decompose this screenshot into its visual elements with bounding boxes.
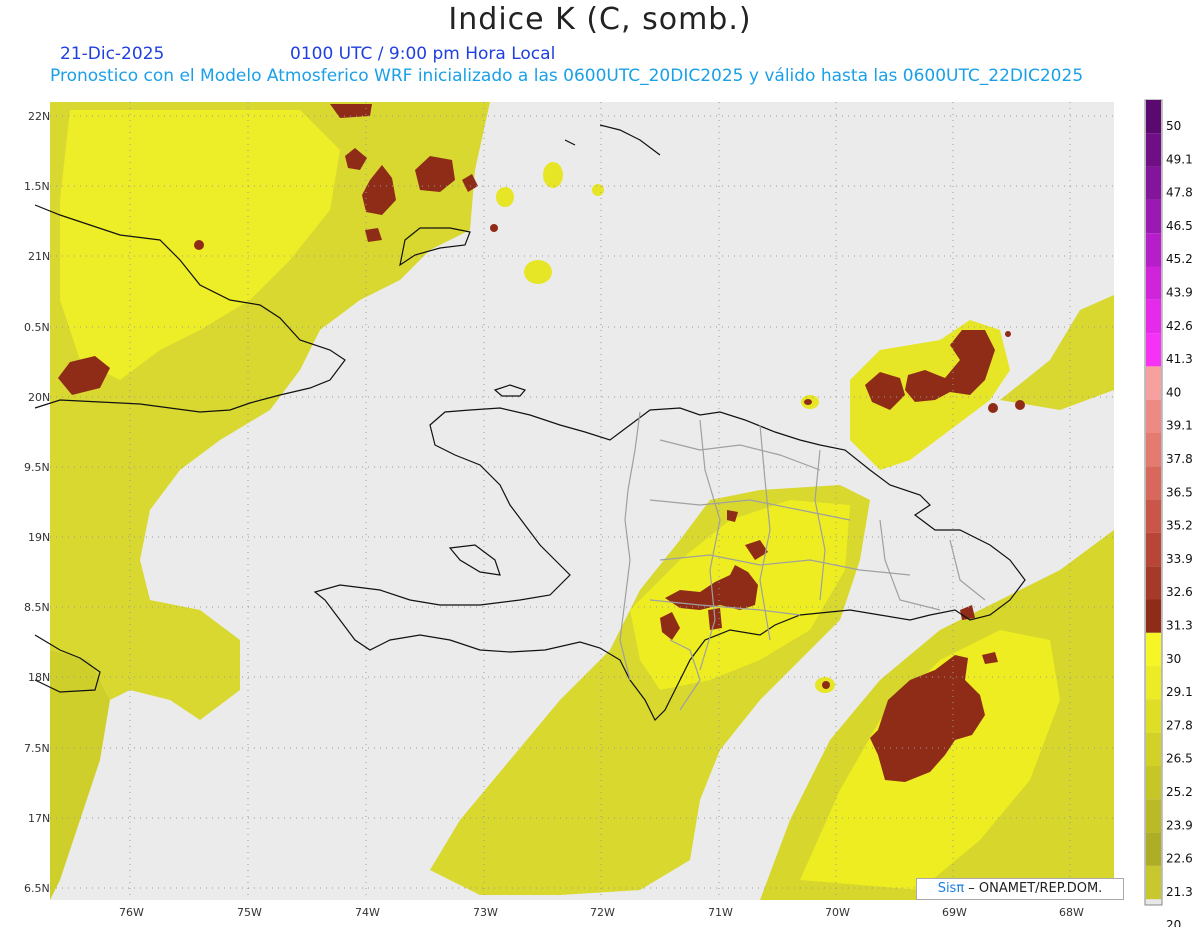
lon-label: 70W (825, 906, 850, 919)
colorbar-swatch (1146, 766, 1161, 800)
lon-label: 68W (1059, 906, 1084, 919)
lat-label: 22N (28, 110, 50, 123)
colorbar-label: 45.2 (1166, 252, 1193, 266)
colorbar-label: 30 (1166, 652, 1181, 666)
colorbar-swatch (1146, 366, 1161, 400)
colorbar-swatch (1146, 699, 1161, 733)
lon-label: 73W (473, 906, 498, 919)
field-blob (543, 162, 563, 188)
colorbar-swatch (1146, 299, 1161, 334)
colorbar-label: 39.1 (1166, 419, 1193, 433)
field-blob (496, 187, 514, 207)
colorbar-swatch (1146, 466, 1161, 500)
colorbar-swatch (1146, 333, 1161, 367)
lon-label: 76W (119, 906, 144, 919)
colorbar-swatch (1146, 566, 1161, 600)
colorbar-swatch (1146, 199, 1161, 234)
colorbar-label: 26.5 (1166, 752, 1193, 766)
colorbar-swatch (1146, 632, 1161, 667)
colorbar-label: 49.1 (1166, 152, 1193, 166)
colorbar-swatch (1146, 532, 1161, 567)
credit-text: – ONAMET/REP.DOM. (964, 881, 1103, 896)
lat-label: 17N (28, 812, 50, 825)
lon-label: 75W (237, 906, 262, 919)
lat-label: 20N (28, 391, 50, 404)
colorbar-label: 50 (1166, 119, 1181, 133)
colorbar-label: 43.9 (1166, 286, 1193, 300)
lat-label: 1.5N (24, 180, 50, 193)
longitude-axis: 76W 75W 74W 73W 72W 71W 70W 69W 68W (119, 906, 1084, 919)
high-area (1005, 331, 1011, 337)
high-area (822, 681, 830, 689)
colorbar-swatch (1146, 732, 1161, 766)
high-area (194, 240, 204, 250)
field-blob (524, 260, 552, 284)
colorbar-label: 31.3 (1166, 619, 1193, 633)
lon-label: 69W (942, 906, 967, 919)
colorbar-swatch (1146, 100, 1161, 134)
colorbar-swatch (1146, 266, 1161, 300)
colorbar-swatch (1146, 399, 1161, 433)
lon-label: 72W (590, 906, 615, 919)
credit-box: Sisπ – ONAMET/REP.DOM. (916, 878, 1124, 900)
lat-label: 21N (28, 250, 50, 263)
colorbar-swatch (1146, 433, 1161, 467)
colorbar-label: 35.2 (1166, 519, 1193, 533)
high-area (490, 224, 498, 232)
colorbar-label: 22.6 (1166, 852, 1193, 866)
lon-label: 71W (708, 906, 733, 919)
colorbar-swatch (1146, 233, 1161, 267)
colorbar-label: 29.1 (1166, 685, 1193, 699)
colorbar-swatch (1146, 133, 1161, 167)
colorbar-swatch (1146, 666, 1161, 700)
forecast-time: 0100 UTC / 9:00 pm Hora Local (290, 44, 556, 64)
colorbar: 50 49.1 47.8 46.5 45.2 43.9 42.6 41.3 40 39.1 37.8… (1144, 99, 1193, 927)
colorbar-swatch (1146, 799, 1161, 833)
colorbar-swatch (1146, 166, 1161, 200)
colorbar-label: 27.8 (1166, 718, 1193, 732)
colorbar-label: 42.6 (1166, 319, 1193, 333)
forecast-date: 21-Dic-2025 (60, 44, 165, 64)
latitude-axis: 22N 1.5N 21N 0.5N 20N 9.5N 19N 8.5N 18N … (24, 110, 50, 895)
lat-label: 8.5N (24, 601, 50, 614)
model-info: Pronostico con el Modelo Atmosferico WRF… (50, 66, 1084, 86)
k-index-map: 22N 1.5N 21N 0.5N 20N 9.5N 19N 8.5N 18N … (24, 99, 1193, 927)
map-title: Indice K (C, somb.) (448, 2, 752, 37)
lon-label: 74W (355, 906, 380, 919)
colorbar-swatch (1146, 832, 1161, 866)
colorbar-label: 40 (1166, 385, 1181, 399)
colorbar-label: 32.6 (1166, 585, 1193, 599)
high-area (1015, 400, 1025, 410)
high-area (988, 403, 998, 413)
lat-label: 18N (28, 671, 50, 684)
high-area (804, 399, 812, 405)
colorbar-label: 33.9 (1166, 552, 1193, 566)
lat-label: 6.5N (24, 882, 50, 895)
colorbar-label: 36.5 (1166, 485, 1193, 499)
colorbar-label: 41.3 (1166, 352, 1193, 366)
colorbar-label: 23.9 (1166, 818, 1193, 832)
colorbar-label: 20 (1166, 918, 1181, 927)
colorbar-swatch (1146, 499, 1161, 533)
lat-label: 7.5N (24, 742, 50, 755)
lat-label: 0.5N (24, 321, 50, 334)
colorbar-swatch (1146, 599, 1161, 633)
colorbar-label: 21.3 (1166, 885, 1193, 899)
sispi-logo: Sisπ (937, 881, 965, 896)
lat-label: 19N (28, 531, 50, 544)
colorbar-label: 25.2 (1166, 785, 1193, 799)
colorbar-label: 37.8 (1166, 452, 1193, 466)
colorbar-swatch (1146, 865, 1161, 900)
colorbar-label: 46.5 (1166, 219, 1193, 233)
lat-label: 9.5N (24, 461, 50, 474)
colorbar-label: 47.8 (1166, 186, 1193, 200)
